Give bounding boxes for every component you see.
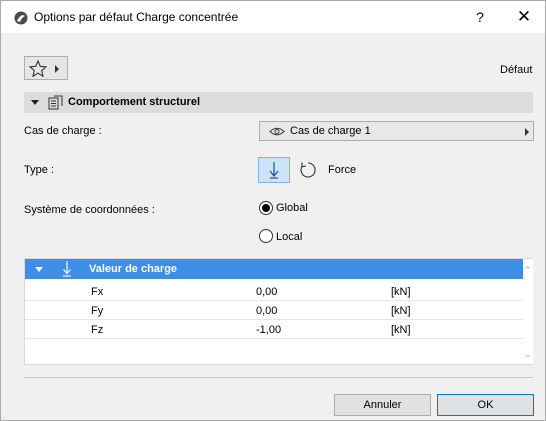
type-label: Type : bbox=[24, 164, 54, 176]
row-unit: [kN] bbox=[391, 305, 411, 317]
radio-global-label[interactable]: Global bbox=[276, 202, 308, 214]
force-arrow-icon bbox=[269, 162, 279, 179]
type-force-button[interactable] bbox=[258, 157, 290, 183]
load-case-value: Cas de charge 1 bbox=[290, 125, 371, 137]
options-dialog: Options par défaut Charge concentrée ? ✕… bbox=[0, 0, 546, 421]
title-bar: Options par défaut Charge concentrée ? ✕ bbox=[1, 1, 545, 33]
ok-button[interactable]: OK bbox=[437, 394, 534, 416]
load-value-table: Valeur de charge Fx 0,00 [kN] Fy 0,00 [k… bbox=[24, 258, 533, 365]
cancel-button[interactable]: Annuler bbox=[334, 394, 431, 416]
favorites-button[interactable] bbox=[24, 56, 68, 80]
collapse-triangle-icon bbox=[31, 100, 39, 105]
table-scrollbar[interactable]: ⌃ ⌄ bbox=[523, 259, 533, 364]
radio-local-label[interactable]: Local bbox=[276, 231, 302, 243]
row-name: Fy bbox=[91, 305, 104, 317]
section-title: Comportement structurel bbox=[68, 96, 201, 108]
coordinate-system-label: Système de coordonnées : bbox=[24, 204, 155, 216]
app-logo-icon bbox=[14, 11, 28, 25]
radio-global[interactable] bbox=[259, 201, 273, 215]
row-name: Fx bbox=[91, 286, 104, 298]
section-header-structural[interactable]: Comportement structurel bbox=[24, 92, 533, 113]
row-name: Fz bbox=[91, 324, 104, 336]
row-value[interactable]: 0,00 bbox=[256, 305, 277, 317]
type-moment-button[interactable] bbox=[295, 157, 321, 183]
load-case-label: Cas de charge : bbox=[24, 125, 102, 137]
row-unit: [kN] bbox=[391, 324, 411, 336]
collapse-triangle-icon bbox=[35, 267, 43, 272]
table-row[interactable]: Fx 0,00 [kN] bbox=[25, 283, 523, 301]
type-value-label: Force bbox=[328, 164, 357, 176]
table-header-title: Valeur de charge bbox=[89, 263, 178, 275]
window-title: Options par défaut Charge concentrée bbox=[34, 10, 239, 24]
footer-separator bbox=[24, 377, 533, 378]
radio-local[interactable] bbox=[259, 229, 273, 243]
chevron-right-icon bbox=[55, 65, 59, 73]
close-button[interactable]: ✕ bbox=[514, 7, 534, 27]
eye-icon bbox=[269, 127, 285, 136]
help-button[interactable]: ? bbox=[470, 7, 490, 27]
load-case-select[interactable]: Cas de charge 1 bbox=[259, 121, 534, 141]
scroll-up-icon[interactable]: ⌃ bbox=[524, 265, 532, 276]
chevron-right-icon bbox=[525, 128, 529, 136]
table-header[interactable]: Valeur de charge bbox=[25, 259, 523, 279]
table-row[interactable]: Fy 0,00 [kN] bbox=[25, 302, 523, 320]
row-value[interactable]: 0,00 bbox=[256, 286, 277, 298]
structural-settings-icon bbox=[48, 95, 63, 110]
moment-rotate-icon bbox=[300, 162, 316, 178]
star-icon bbox=[28, 59, 48, 78]
force-arrow-icon bbox=[63, 261, 71, 277]
row-value[interactable]: -1,00 bbox=[256, 324, 281, 336]
default-label: Défaut bbox=[500, 64, 533, 76]
table-row[interactable]: Fz -1,00 [kN] bbox=[25, 321, 523, 339]
scroll-down-icon[interactable]: ⌄ bbox=[524, 349, 532, 360]
row-unit: [kN] bbox=[391, 286, 411, 298]
